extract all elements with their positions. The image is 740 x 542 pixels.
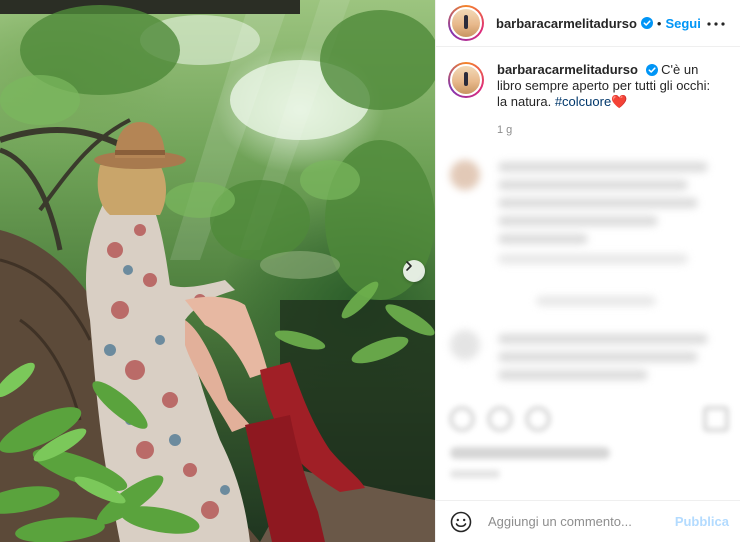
bookmark-icon[interactable]	[704, 407, 728, 431]
post-header: barbaracarmelitadurso • Segui	[436, 0, 740, 47]
comment-input[interactable]	[488, 514, 658, 529]
comment-icon[interactable]	[488, 407, 512, 431]
more-options-icon	[707, 22, 725, 26]
post-time: 1 g	[497, 124, 513, 136]
emoji-icon	[450, 511, 472, 532]
post-side-panel: barbaracarmelitadurso • Segui barbaracar…	[435, 0, 740, 542]
comment-line	[498, 370, 648, 380]
avatar-image	[450, 7, 482, 39]
comment-line	[498, 216, 658, 226]
heart-emoji: ❤️	[611, 94, 628, 109]
likes-count-blurred	[450, 447, 610, 459]
action-bar-blurred	[436, 395, 740, 445]
comment-line	[498, 180, 688, 190]
comment-meta	[498, 254, 688, 264]
verified-badge-icon	[640, 17, 653, 29]
caption-username[interactable]: barbaracarmelitadurso	[497, 62, 638, 77]
comment-line	[498, 352, 698, 362]
comment-composer: Pubblica	[436, 500, 740, 542]
caption-text: barbaracarmelitadurso C'è un libro sempr…	[497, 62, 723, 110]
follow-button[interactable]: Segui	[665, 16, 700, 31]
comment-avatar	[450, 160, 480, 190]
caption-avatar-image	[450, 64, 482, 96]
share-icon[interactable]	[526, 407, 550, 431]
chevron-right-icon	[406, 261, 412, 271]
comment-line	[498, 162, 708, 172]
avatar[interactable]	[448, 5, 484, 41]
comment-line	[498, 234, 588, 244]
hashtag-link[interactable]: #colcuore	[555, 94, 611, 109]
post-photo[interactable]	[0, 0, 435, 542]
verified-badge-icon	[645, 64, 658, 76]
comment-line	[498, 198, 698, 208]
caption-avatar[interactable]	[448, 62, 484, 98]
view-replies	[536, 296, 656, 306]
post-caption: barbaracarmelitadurso C'è un libro sempr…	[448, 62, 733, 110]
more-options-button[interactable]	[706, 14, 726, 34]
publish-button[interactable]: Pubblica	[675, 514, 729, 529]
comment-avatar	[450, 330, 480, 360]
comment-line	[498, 334, 708, 344]
header-separator: •	[656, 15, 662, 31]
like-icon[interactable]	[450, 407, 474, 431]
carousel-next-button[interactable]	[403, 260, 425, 282]
header-username[interactable]: barbaracarmelitadurso	[496, 16, 637, 31]
photo-illustration	[0, 0, 435, 542]
post-date-blurred	[450, 470, 500, 478]
emoji-button[interactable]	[448, 509, 474, 535]
